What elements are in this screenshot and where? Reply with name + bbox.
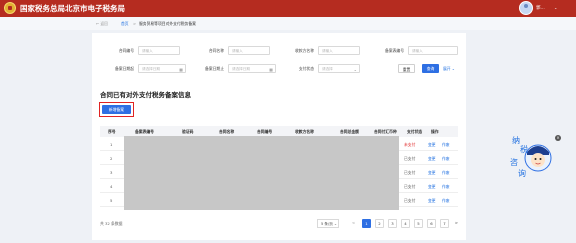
void-link[interactable]: 作废 xyxy=(442,156,450,162)
row-seq: 1 xyxy=(110,141,113,147)
void-link[interactable]: 作废 xyxy=(442,170,450,176)
col-pay-status: 支付状态 xyxy=(407,129,423,134)
row-seq: 4 xyxy=(110,183,113,189)
page-7[interactable]: 7 xyxy=(440,219,449,228)
breadcrumb-current: 服务贸易等项目对外支付税务备案 xyxy=(139,21,196,26)
payee-name-placeholder: 请输入 xyxy=(322,49,333,53)
row-status: 已支付 xyxy=(404,155,416,161)
row-status: 已支付 xyxy=(404,183,416,189)
page-6[interactable]: 6 xyxy=(427,219,436,228)
page-4[interactable]: 4 xyxy=(401,219,410,228)
contract-no-placeholder: 请输入 xyxy=(142,49,153,53)
filing-no-label: 备案表编号 xyxy=(385,48,404,53)
mascot-char-1: 纳 xyxy=(512,135,520,145)
top-header: 国家税务总局北京市电子税务局 郭... ⌄ xyxy=(0,0,576,17)
col-payee-name: 收款方名称 xyxy=(295,129,314,134)
breadcrumb: ← 返回 首页 > 服务贸易等项目对外支付税务备案 xyxy=(0,17,576,30)
contract-no-input[interactable]: 请输入 xyxy=(138,46,180,55)
page-5[interactable]: 5 xyxy=(414,219,423,228)
page-1[interactable]: 1 xyxy=(362,219,371,228)
contract-name-label: 合同名称 xyxy=(208,48,224,53)
row-seq: 5 xyxy=(110,197,113,203)
contract-name-input[interactable]: 请输入 xyxy=(228,46,270,55)
col-verify-code: 验证码 xyxy=(182,129,194,134)
col-contract-name: 合同名称 xyxy=(219,129,235,134)
total-count: 共 32 条数据 xyxy=(100,221,123,226)
query-button[interactable]: 查询 xyxy=(422,64,439,73)
date-start-placeholder: 请选择日期 xyxy=(142,67,160,71)
void-link[interactable]: 作废 xyxy=(442,142,450,148)
col-actions: 操作 xyxy=(431,129,439,134)
date-start-picker[interactable]: 请选择日期 ▦ xyxy=(138,64,186,73)
breadcrumb-separator: > xyxy=(133,21,137,26)
add-filing-button[interactable]: 新增备案 xyxy=(102,105,131,114)
change-link[interactable]: 变更 xyxy=(428,184,436,190)
row-status: 已支付 xyxy=(404,197,416,203)
next-page-button[interactable]: > xyxy=(452,219,461,228)
mascot-char-3: 咨 xyxy=(510,157,518,167)
user-name[interactable]: 郭... xyxy=(536,5,545,11)
prev-page-button[interactable]: < xyxy=(349,219,358,228)
change-link[interactable]: 变更 xyxy=(428,142,436,148)
page-size-select[interactable]: 5 条/页 ⌄ xyxy=(317,219,339,228)
contract-no-label: 合同编号 xyxy=(118,48,134,53)
row-seq: 3 xyxy=(110,169,113,175)
chevron-down-icon[interactable]: ⌄ xyxy=(554,5,557,10)
row-status: 未支付 xyxy=(404,141,416,147)
filing-no-placeholder: 请输入 xyxy=(412,49,423,53)
site-title: 国家税务总局北京市电子税务局 xyxy=(20,4,125,13)
back-link[interactable]: ← 返回 xyxy=(96,21,108,27)
section-title: 合同已有对外支付税务备案信息 xyxy=(100,91,191,99)
change-link[interactable]: 变更 xyxy=(428,198,436,204)
col-contract-amount: 合同总金额 xyxy=(340,129,359,134)
user-avatar[interactable] xyxy=(519,1,533,15)
col-currency: 合同付汇币种 xyxy=(374,129,397,134)
page-2[interactable]: 2 xyxy=(375,219,384,228)
payee-name-label: 收款方名称 xyxy=(295,48,314,53)
calendar-icon: ▦ xyxy=(269,66,273,72)
close-icon[interactable]: × xyxy=(555,135,561,141)
filing-no-input[interactable]: 请输入 xyxy=(408,46,458,55)
page-3[interactable]: 3 xyxy=(388,219,397,228)
date-end-placeholder: 请选择日期 xyxy=(232,67,250,71)
change-link[interactable]: 变更 xyxy=(428,170,436,176)
mascot-char-2: 税 xyxy=(520,144,528,154)
date-start-label: 备案日期起 xyxy=(115,66,134,71)
mascot-char-4: 询 xyxy=(518,168,526,178)
col-contract-no: 合同编号 xyxy=(257,129,273,134)
col-filing-no: 备案表编号 xyxy=(135,129,154,134)
payee-name-input[interactable]: 请输入 xyxy=(318,46,360,55)
chevron-down-icon: ⌄ xyxy=(353,66,357,72)
pay-status-select[interactable]: 请选择 ⌄ xyxy=(318,64,360,73)
redacted-data-block xyxy=(124,136,399,210)
pay-status-label: 支付状态 xyxy=(298,66,314,71)
void-link[interactable]: 作废 xyxy=(442,184,450,190)
void-link[interactable]: 作废 xyxy=(442,198,450,204)
mascot-icon[interactable]: 纳 税 咨 询 xyxy=(508,130,558,180)
breadcrumb-home[interactable]: 首页 xyxy=(121,21,129,27)
pay-status-placeholder: 请选择 xyxy=(322,67,333,71)
row-status: 已支付 xyxy=(404,169,416,175)
date-end-picker[interactable]: 请选择日期 ▦ xyxy=(228,64,276,73)
col-seq: 序号 xyxy=(108,129,116,134)
calendar-icon: ▦ xyxy=(179,66,183,72)
date-end-label: 备案日期止 xyxy=(205,66,224,71)
row-seq: 2 xyxy=(110,155,113,161)
contract-name-placeholder: 请输入 xyxy=(232,49,243,53)
reset-button[interactable]: 重置 xyxy=(398,64,415,73)
change-link[interactable]: 变更 xyxy=(428,156,436,162)
expand-link[interactable]: 展开 ⌄ xyxy=(443,66,455,72)
tax-emblem-icon xyxy=(4,2,16,14)
